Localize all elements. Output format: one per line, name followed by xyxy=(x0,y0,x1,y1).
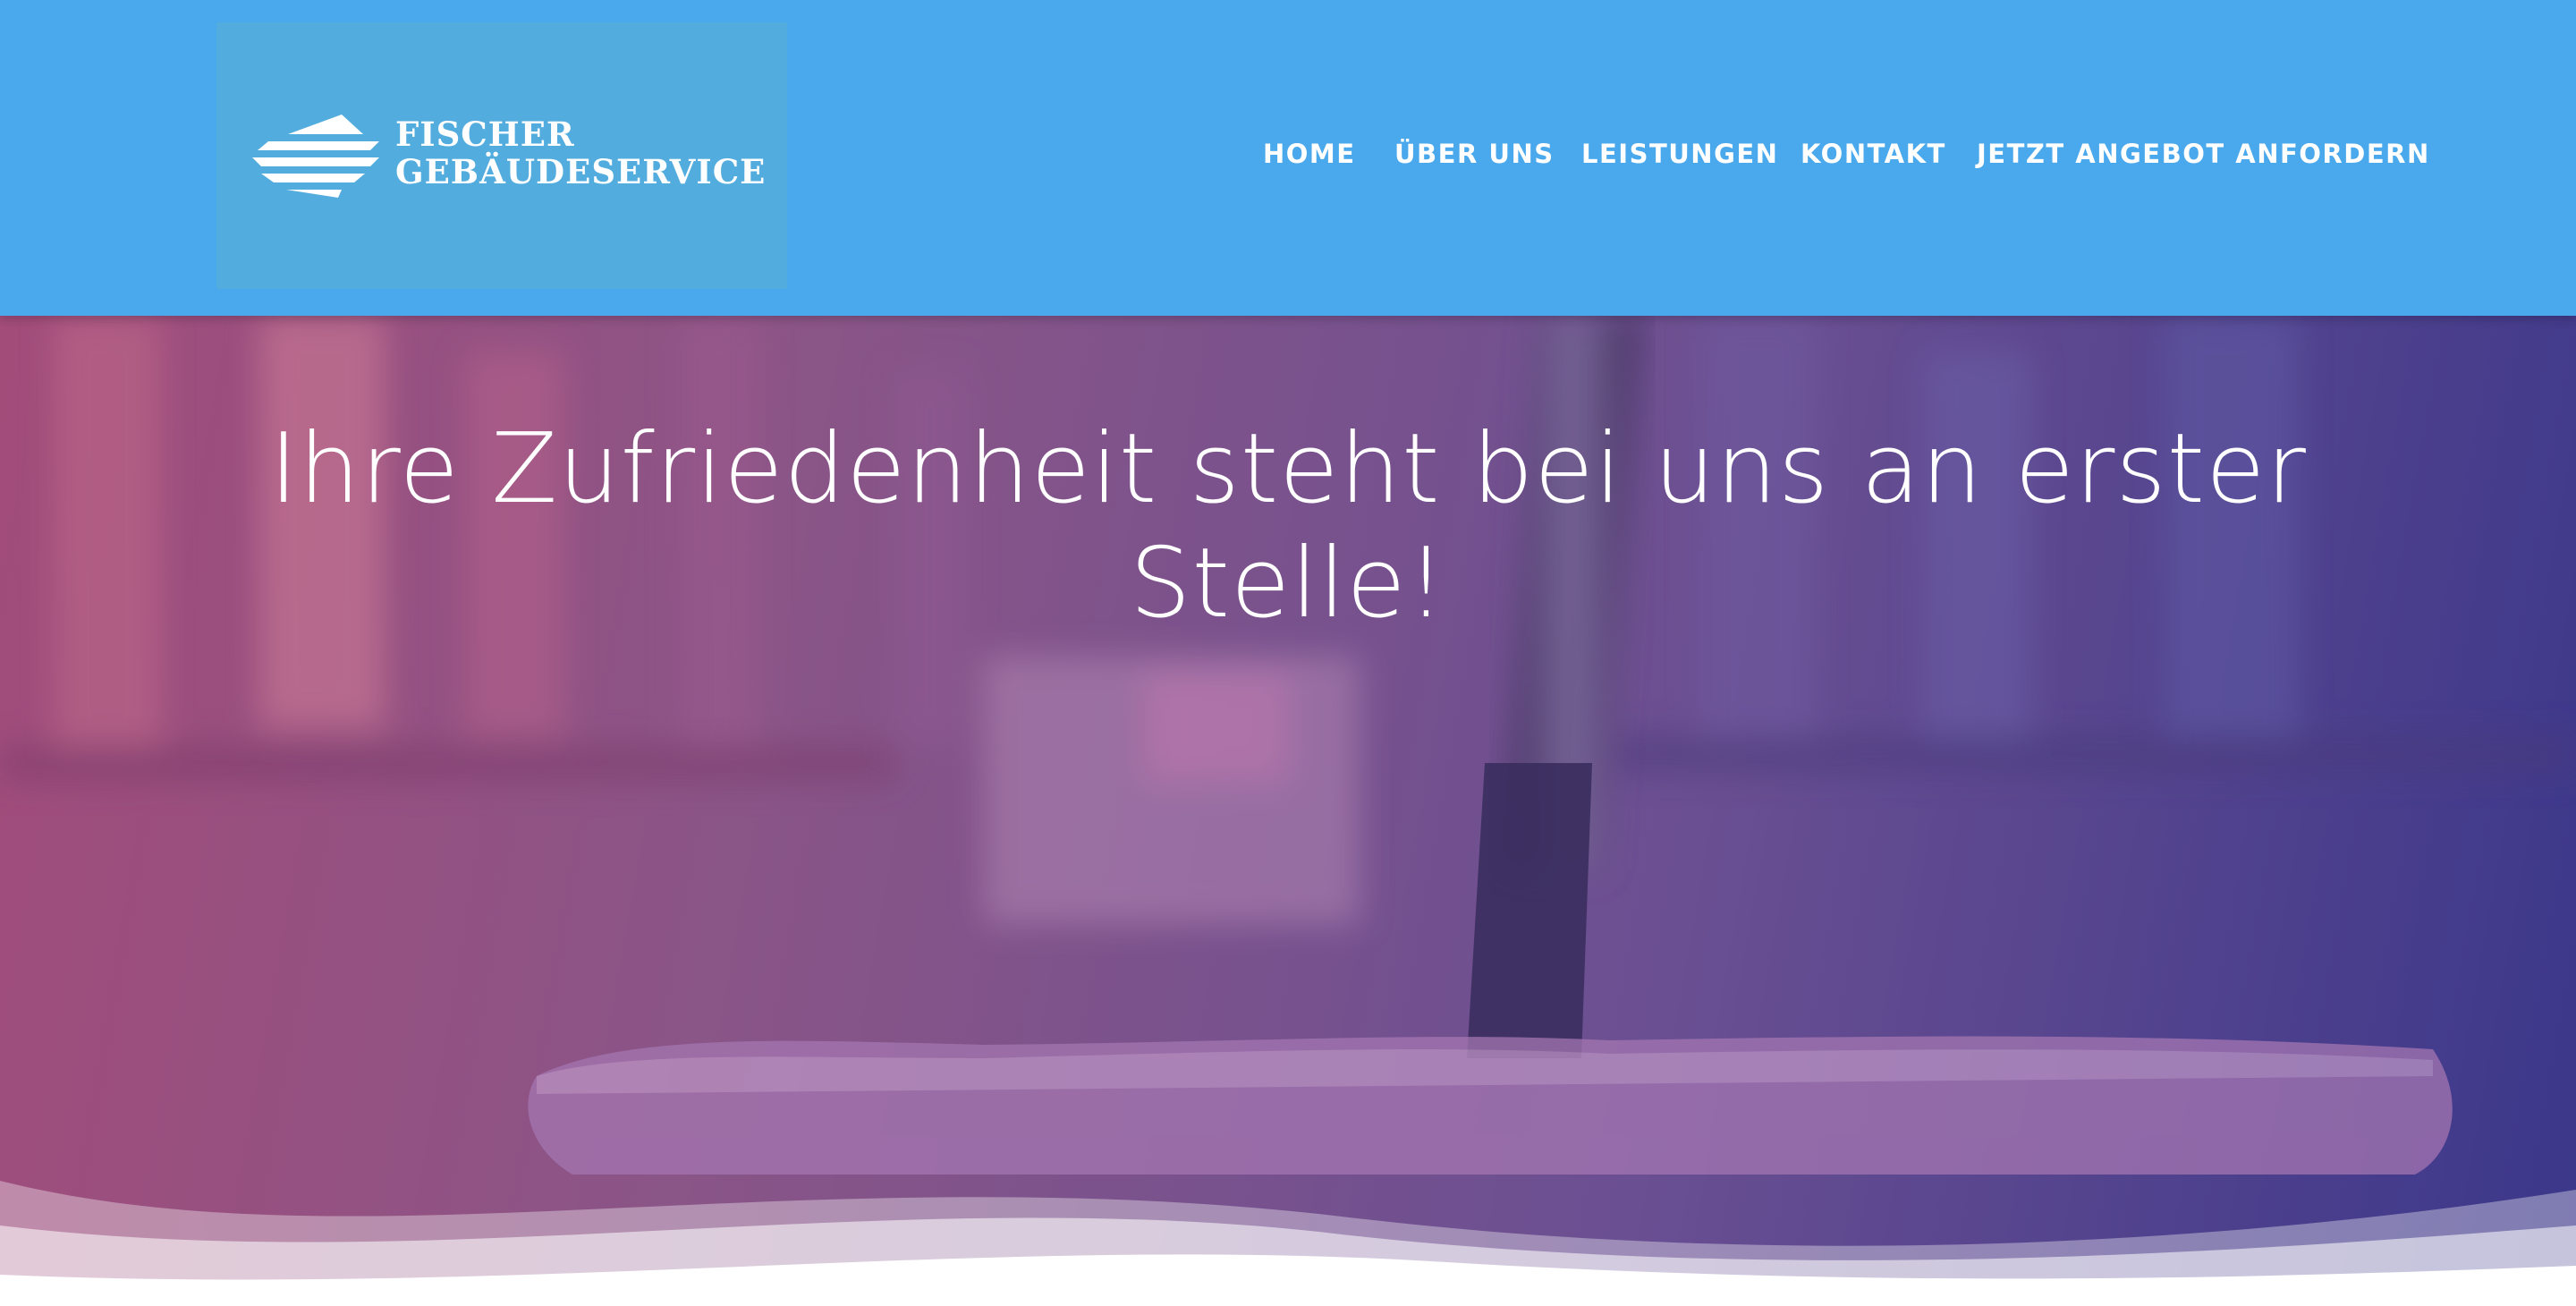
hero-title: Ihre Zufriedenheit steht bei uns an erst… xyxy=(269,413,2307,640)
nav-item-leistungen[interactable]: LEISTUNGEN xyxy=(1581,134,1778,174)
nav-item-home[interactable]: HOME xyxy=(1263,134,1356,174)
site-header: FISCHER GEBÄUDESERVICE HOME ÜBER UNS LEI… xyxy=(0,0,2576,316)
hero-section: Ihre Zufriedenheit steht bei uns an erst… xyxy=(0,316,2576,1306)
nav-item-angebot-anfordern[interactable]: JETZT ANGEBOT ANFORDERN xyxy=(1977,134,2430,174)
wave-divider xyxy=(0,1181,2576,1306)
nav-item-kontakt[interactable]: KONTAKT xyxy=(1801,134,1946,174)
nav-item-ueber-uns[interactable]: ÜBER UNS xyxy=(1394,134,1555,174)
main-nav: HOME ÜBER UNS LEISTUNGEN KONTAKT JETZT A… xyxy=(0,134,2576,174)
